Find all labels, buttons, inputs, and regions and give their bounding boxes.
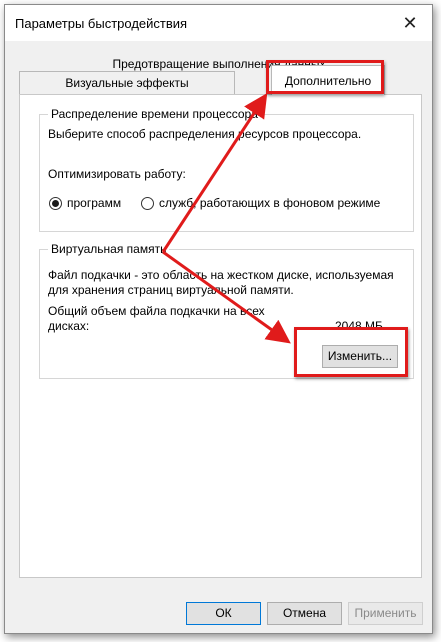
total-paging-value: 2048 МБ	[335, 319, 383, 333]
change-button[interactable]: Изменить...	[322, 345, 398, 368]
apply-button[interactable]: Применить	[348, 602, 423, 625]
tab-panel-advanced: Распределение времени процессора Выберит…	[19, 94, 422, 578]
cancel-button[interactable]: Отмена	[267, 602, 342, 625]
dialog-title: Параметры быстродействия	[15, 16, 188, 31]
virtual-memory-description-1: Файл подкачки - это область на жестком д…	[48, 268, 394, 282]
processor-description: Выберите способ распределения ресурсов п…	[48, 127, 362, 141]
radio-background-services[interactable]	[141, 197, 154, 210]
radio-background-services-label[interactable]: служб, работающих в фоновом режиме	[159, 196, 380, 211]
title-bar: Параметры быстродействия ✕	[5, 5, 432, 41]
tab-visual-effects[interactable]: Визуальные эффекты	[19, 71, 235, 95]
ok-button[interactable]: ОК	[186, 602, 261, 625]
performance-options-dialog: Параметры быстродействия ✕ Предотвращени…	[4, 4, 433, 634]
optimize-label: Оптимизировать работу:	[48, 167, 186, 181]
virtual-memory-group: Виртуальная память Файл подкачки - это о…	[39, 242, 414, 379]
virtual-memory-description-2: для хранения страниц виртуальной памяти.	[48, 283, 294, 297]
close-button[interactable]: ✕	[388, 5, 432, 41]
tab-advanced[interactable]: Дополнительно	[271, 65, 385, 95]
virtual-memory-caption: Виртуальная память	[48, 242, 170, 256]
processor-scheduling-group: Распределение времени процессора Выберит…	[39, 107, 414, 232]
processor-scheduling-caption: Распределение времени процессора	[48, 107, 261, 121]
total-paging-label-1: Общий объем файла подкачки на всех	[48, 304, 265, 318]
radio-programs[interactable]	[49, 197, 62, 210]
radio-programs-label[interactable]: программ	[67, 196, 121, 211]
total-paging-label-2: дисках:	[48, 319, 90, 333]
